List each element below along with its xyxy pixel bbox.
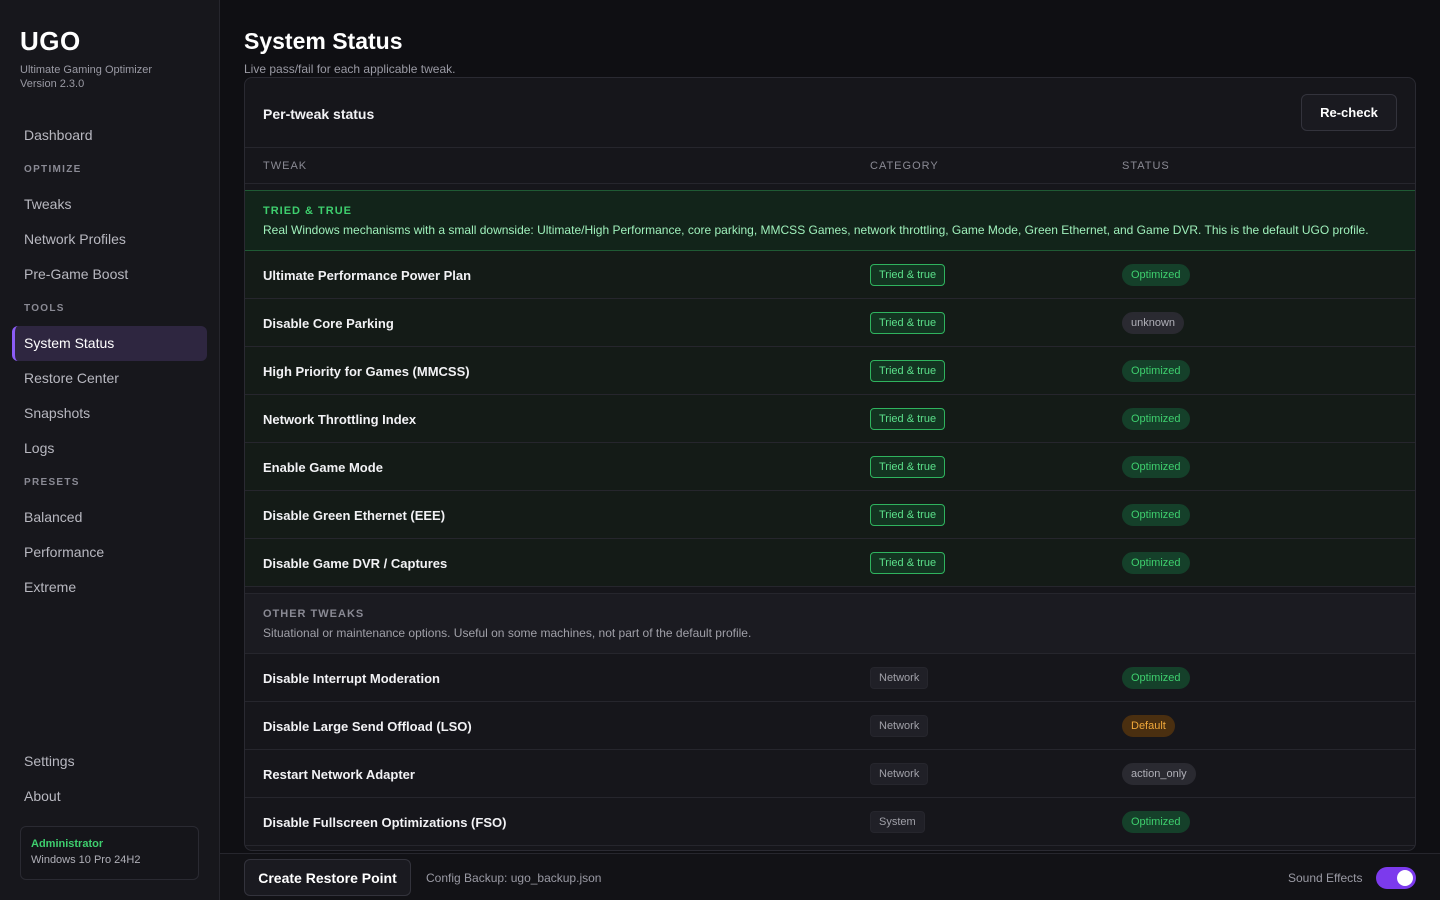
table-row: Enable Game Mode Tried & true Optimized	[245, 443, 1415, 491]
card-title: Per-tweak status	[263, 106, 375, 122]
app-logo: UGO	[20, 26, 81, 56]
page-subtitle: Live pass/fail for each applicable tweak…	[244, 62, 456, 76]
table-row: Disable Fullscreen Optimizations (FSO) S…	[245, 798, 1415, 846]
tweak-name: Disable Large Send Offload (LSO)	[263, 719, 472, 734]
table-row: Network Throttling Index Tried & true Op…	[245, 395, 1415, 443]
tweak-name: Disable Core Parking	[263, 316, 394, 331]
table-row: Disable Large Send Offload (LSO) Network…	[245, 702, 1415, 750]
table-row: Ultimate Performance Power Plan Tried & …	[245, 251, 1415, 299]
sidebar-item-about[interactable]: About	[12, 779, 207, 814]
sidebar-item-pregame-boost[interactable]: Pre-Game Boost	[12, 257, 207, 292]
status-badge: Optimized	[1122, 360, 1190, 382]
category-badge: Tried & true	[870, 504, 946, 526]
nav-heading-tools: TOOLS	[24, 303, 65, 314]
group-title: OTHER TWEAKS	[263, 608, 365, 620]
create-restore-point-button[interactable]: Create Restore Point	[244, 859, 411, 896]
tweak-name: Disable Fullscreen Optimizations (FSO)	[263, 815, 507, 830]
category-badge: Tried & true	[870, 456, 946, 478]
config-backup-text: Config Backup: ugo_backup.json	[426, 871, 602, 885]
recheck-button[interactable]: Re-check	[1301, 94, 1397, 131]
status-badge: Optimized	[1122, 264, 1190, 286]
status-badge: Default	[1122, 715, 1175, 737]
status-badge: unknown	[1122, 312, 1185, 334]
sidebar-item-network-profiles[interactable]: Network Profiles	[12, 222, 207, 257]
sidebar-item-tweaks[interactable]: Tweaks	[12, 187, 207, 222]
table-row: Restart Network Adapter Network action_o…	[245, 750, 1415, 798]
tweak-name: Restart Network Adapter	[263, 767, 415, 782]
category-badge: System	[870, 811, 925, 833]
category-badge: Tried & true	[870, 312, 946, 334]
sidebar-nav: Dashboard OPTIMIZE Tweaks Network Profil…	[12, 118, 207, 605]
category-badge: Network	[870, 667, 929, 689]
brand: UGO Ultimate Gaming Optimizer Version 2.…	[20, 26, 152, 91]
main-content: System Status Live pass/fail for each ap…	[220, 0, 1440, 900]
table-row: High Priority for Games (MMCSS) Tried & …	[245, 347, 1415, 395]
card-header: Per-tweak status Re-check	[245, 78, 1415, 148]
user-os: Windows 10 Pro 24H2	[31, 854, 141, 866]
table-row: Disable Game DVR / Captures Tried & true…	[245, 539, 1415, 587]
app-window: UGO Ultimate Gaming Optimizer Version 2.…	[0, 0, 1440, 900]
toggle-knob	[1397, 870, 1413, 886]
status-badge: Optimized	[1122, 667, 1190, 689]
page-title: System Status	[244, 28, 403, 54]
table-row: Disable Green Ethernet (EEE) Tried & tru…	[245, 491, 1415, 539]
sidebar-item-snapshots[interactable]: Snapshots	[12, 396, 207, 431]
sound-effects-label: Sound Effects	[1288, 871, 1363, 885]
sidebar-item-restore-center[interactable]: Restore Center	[12, 361, 207, 396]
status-badge: Optimized	[1122, 504, 1190, 526]
sidebar: UGO Ultimate Gaming Optimizer Version 2.…	[0, 0, 220, 900]
sidebar-item-extreme[interactable]: Extreme	[12, 570, 207, 605]
group-header-other-tweaks: OTHER TWEAKS Situational or maintenance …	[245, 593, 1415, 654]
status-badge: Optimized	[1122, 552, 1190, 574]
sidebar-item-logs[interactable]: Logs	[12, 431, 207, 466]
nav-heading-presets: PRESETS	[24, 477, 80, 488]
tweak-name: Disable Interrupt Moderation	[263, 671, 440, 686]
sidebar-nav-bottom: Settings About	[12, 744, 207, 814]
status-badge: action_only	[1122, 763, 1196, 785]
category-badge: Tried & true	[870, 264, 946, 286]
category-badge: Tried & true	[870, 552, 946, 574]
sidebar-item-dashboard[interactable]: Dashboard	[12, 118, 207, 153]
tweak-name: Disable Game DVR / Captures	[263, 556, 448, 571]
user-info-box: Administrator Windows 10 Pro 24H2	[20, 826, 199, 880]
category-badge: Network	[870, 715, 929, 737]
sound-effects-toggle[interactable]	[1376, 867, 1416, 889]
sidebar-item-balanced[interactable]: Balanced	[12, 500, 207, 535]
column-header-category: CATEGORY	[870, 160, 939, 172]
nav-heading-optimize: OPTIMIZE	[24, 164, 82, 175]
category-badge: Tried & true	[870, 360, 946, 382]
group-header-tried-true: TRIED & TRUE Real Windows mechanisms wit…	[245, 190, 1415, 251]
group-title: TRIED & TRUE	[263, 205, 352, 217]
table-header: TWEAK CATEGORY STATUS	[245, 148, 1415, 184]
column-header-tweak: TWEAK	[263, 160, 308, 172]
status-badge: Optimized	[1122, 811, 1190, 833]
status-card: Per-tweak status Re-check TWEAK CATEGORY…	[244, 77, 1416, 851]
table-row: Disable Interrupt Moderation Network Opt…	[245, 654, 1415, 702]
sidebar-item-performance[interactable]: Performance	[12, 535, 207, 570]
brand-subtitle: Ultimate Gaming Optimizer Version 2.3.0	[20, 63, 152, 91]
status-badge: Optimized	[1122, 456, 1190, 478]
category-badge: Network	[870, 763, 929, 785]
column-header-status: STATUS	[1122, 160, 1170, 172]
table-row: Disable Core Parking Tried & true unknow…	[245, 299, 1415, 347]
app-name: Ultimate Gaming Optimizer	[20, 64, 153, 76]
tweak-name: Network Throttling Index	[263, 412, 417, 427]
sidebar-item-system-status[interactable]: System Status	[12, 326, 207, 361]
group-description: Situational or maintenance options. Usef…	[263, 626, 752, 640]
app-version: Version 2.3.0	[20, 78, 85, 90]
sidebar-item-settings[interactable]: Settings	[12, 744, 207, 779]
category-badge: Tried & true	[870, 408, 946, 430]
tweak-name: High Priority for Games (MMCSS)	[263, 364, 470, 379]
bottom-bar: Create Restore Point Config Backup: ugo_…	[220, 853, 1440, 900]
tweak-name: Disable Green Ethernet (EEE)	[263, 508, 446, 523]
user-role: Administrator	[31, 838, 104, 850]
status-badge: Optimized	[1122, 408, 1190, 430]
tweak-name: Ultimate Performance Power Plan	[263, 268, 472, 283]
group-description: Real Windows mechanisms with a small dow…	[263, 223, 1369, 237]
tweak-name: Enable Game Mode	[263, 460, 383, 475]
